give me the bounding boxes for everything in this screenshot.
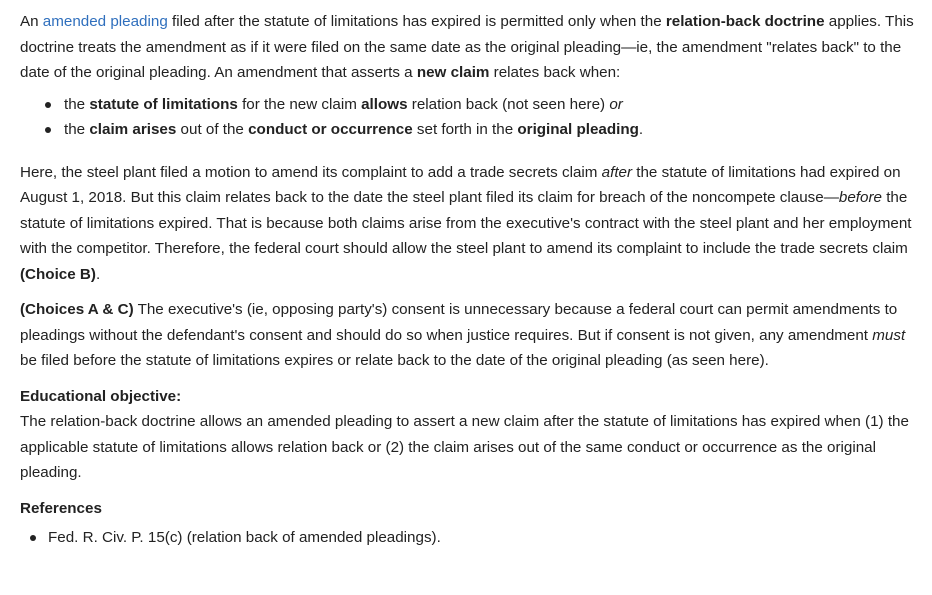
explanation-panel: An amended pleading filed after the stat…: [0, 0, 932, 551]
amended-pleading-link[interactable]: amended pleading: [43, 13, 168, 30]
claim-arises-term: claim arises: [89, 121, 177, 138]
intro-text-4: relates back when:: [489, 64, 621, 81]
references-list: Fed. R. Civ. P. 15(c) (relation back of …: [20, 525, 918, 551]
new-claim-term: new claim: [416, 64, 490, 81]
relation-back-doctrine-term: relation-back doctrine: [665, 13, 825, 30]
bullet1-text-1: the: [64, 95, 90, 113]
analysis-text-1: Here, the steel plant filed a motion to …: [20, 163, 602, 181]
educational-objective-text: The relation-back doctrine allows an ame…: [20, 413, 909, 481]
choices-text-1: The executive's (ie, opposing party's) c…: [20, 301, 898, 344]
statute-of-limitations-term: statute of limitations: [89, 95, 238, 113]
references-heading: References: [20, 499, 102, 517]
analysis-text-4: .: [95, 265, 101, 283]
bullet2-text-4: .: [638, 121, 644, 138]
intro-text-2: filed after the statute of limitations h…: [167, 13, 666, 30]
choices-a-c-label: (Choices A & C): [20, 301, 134, 318]
relation-back-conditions-list: the statute of limitations for the new c…: [20, 92, 918, 143]
list-item: the claim arises out of the conduct or o…: [20, 117, 918, 143]
list-item: the statute of limitations for the new c…: [20, 92, 918, 118]
choice-b-label: (Choice B): [20, 265, 96, 283]
educational-objective-heading: Educational objective:: [20, 387, 182, 405]
bullet2-text-1: the: [64, 121, 90, 138]
must-emphasis: must: [872, 326, 906, 344]
bullet2-text-3: set forth in the: [412, 121, 518, 138]
choices-paragraph: (Choices A & C) The executive's (ie, opp…: [20, 297, 918, 374]
before-emphasis: before: [838, 189, 882, 206]
analysis-paragraph: Here, the steel plant filed a motion to …: [20, 160, 918, 288]
intro-paragraph: An amended pleading filed after the stat…: [20, 9, 918, 86]
choices-text-2: be filed before the statute of limitatio…: [20, 352, 769, 369]
after-emphasis: after: [601, 163, 633, 181]
bullet1-text-2: for the new claim: [237, 95, 362, 113]
allows-term: allows: [361, 95, 408, 113]
original-pleading-term: original pleading: [517, 121, 639, 138]
intro-text-1: An: [20, 13, 43, 30]
or-emphasis: or: [609, 95, 623, 113]
conduct-or-occurrence-term: conduct or occurrence: [248, 121, 413, 138]
bullet1-text-3: relation back (not seen here): [407, 95, 610, 113]
bullet2-text-2: out of the: [176, 121, 249, 138]
list-item: Fed. R. Civ. P. 15(c) (relation back of …: [20, 525, 918, 551]
